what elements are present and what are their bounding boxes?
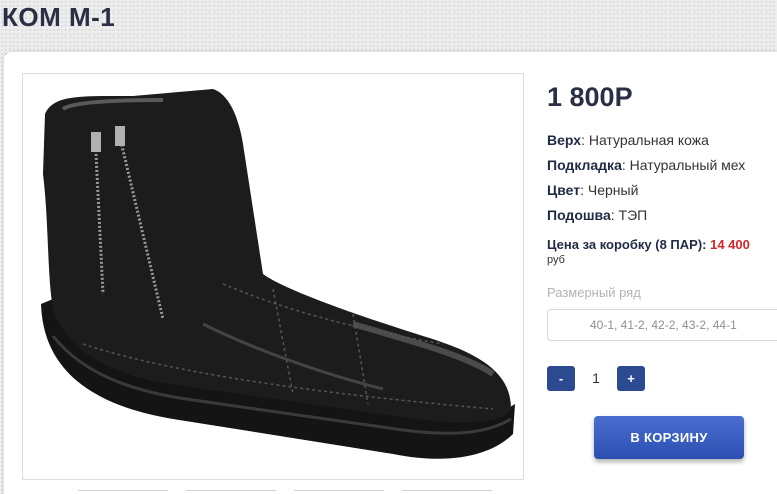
quantity-value[interactable]: 1 [580, 366, 612, 391]
size-range-field[interactable]: 40-1, 41-2, 42-2, 43-2, 44-1 [547, 309, 777, 341]
thumbnail[interactable] [402, 490, 492, 494]
spec-label: Верх [547, 132, 582, 148]
size-range-label: Размерный ряд [547, 285, 641, 300]
spec-color: Цвет: Черный [547, 182, 638, 198]
spec-label: Подошва [547, 207, 611, 223]
spec-label: Цвет [547, 182, 581, 198]
spec-upper: Верх: Натуральная кожа [547, 132, 709, 148]
quantity-decrease-button[interactable]: - [547, 366, 575, 391]
box-price-unit: руб [547, 254, 565, 266]
boot-photo-icon [41, 89, 515, 459]
spec-value: : ТЭП [610, 207, 648, 223]
spec-label: Подкладка [547, 157, 622, 173]
box-price-value: 14 400 [710, 237, 750, 252]
thumbnail[interactable] [186, 490, 276, 494]
product-price: 1 800Р [547, 82, 633, 112]
box-price-label: Цена за коробку (8 ПАР): [547, 237, 711, 252]
thumbnail-strip [78, 490, 508, 494]
product-photo[interactable] [22, 73, 524, 480]
spec-value: : Натуральный мех [621, 157, 746, 173]
spec-sole: Подошва: ТЭП [547, 207, 647, 223]
spec-value: : Натуральная кожа [581, 132, 709, 148]
thumbnail[interactable] [78, 490, 168, 494]
box-price: Цена за коробку (8 ПАР): 14 400 [547, 237, 750, 252]
quantity-increase-button[interactable]: + [617, 366, 645, 391]
add-to-cart-button[interactable]: В КОРЗИНУ [594, 416, 744, 459]
spec-value: : Черный [580, 182, 639, 198]
page-title: КОМ М-1 [2, 2, 116, 32]
spec-lining: Подкладка: Натуральный мех [547, 157, 745, 173]
thumbnail[interactable] [294, 490, 384, 494]
